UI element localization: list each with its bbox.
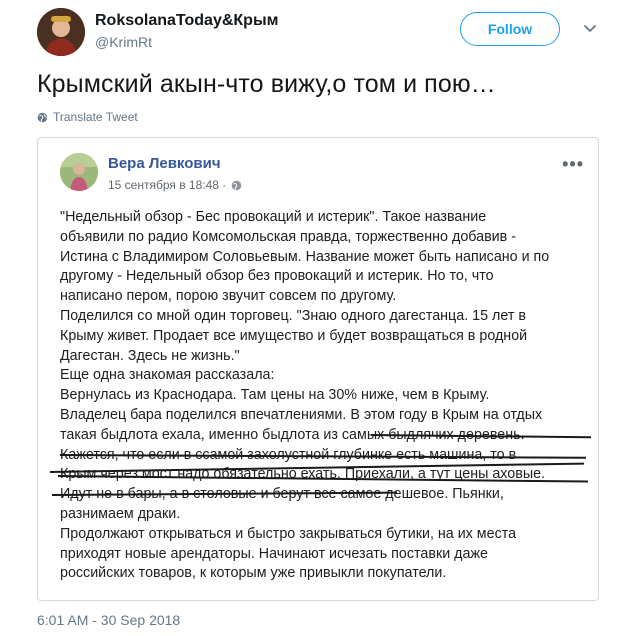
post-line: Поделился со мной один торговец. "Знаю о… — [60, 307, 526, 324]
tweet-text: Крымский акын-что вижу,о том и пою… — [37, 70, 496, 98]
translate-tweet-link[interactable]: Translate Tweet — [37, 110, 138, 124]
post-line: Вернулась из Краснодара. Там цены на 30%… — [60, 387, 490, 404]
post-line: другому - Недельный обзор без провокаций… — [60, 268, 494, 285]
embedded-post-image[interactable]: Вера Левкович 15 сентября в 18:48 · ••• … — [37, 137, 599, 601]
post-more-menu: ••• — [562, 154, 584, 174]
tweet-timestamp[interactable]: 6:01 AM - 30 Sep 2018 — [37, 612, 180, 628]
post-line: Дагестан. Здесь не жизнь." — [60, 347, 240, 364]
post-avatar-image — [60, 153, 98, 191]
post-line: российских товаров, к которым уже привык… — [60, 565, 447, 582]
post-line: Крыму живет. Продает все имущество и буд… — [60, 327, 528, 344]
post-line: приходят новые арендаторы. Начинают исче… — [60, 545, 488, 562]
post-line: объявили по радио Комсомольская правда, … — [60, 228, 516, 245]
translate-label: Translate Tweet — [53, 110, 138, 124]
post-date-text: 15 сентября в 18:48 · — [108, 178, 227, 192]
public-globe-icon — [232, 180, 242, 190]
post-author-name: Вера Левкович — [108, 155, 221, 172]
author-name[interactable]: RoksolanaToday&Крым — [95, 12, 278, 30]
post-author-avatar — [60, 153, 98, 191]
post-line: разнимаем драки. — [60, 505, 181, 522]
chevron-down-icon[interactable] — [580, 18, 600, 38]
avatar[interactable] — [37, 8, 85, 56]
post-body: "Недельный обзор - Бес провокаций и исте… — [60, 208, 598, 584]
avatar-image — [37, 8, 85, 56]
post-line: написано пером, порою звучит совсем по д… — [60, 288, 397, 305]
post-line: "Недельный обзор - Бес провокаций и исте… — [60, 209, 487, 225]
post-date: 15 сентября в 18:48 · — [108, 178, 242, 192]
author-handle[interactable]: @KrimRt — [95, 34, 152, 50]
post-line: Владелец бара поделился впечатлениями. В… — [60, 406, 543, 423]
post-line: Истина с Владимиром Соловьевым. Название… — [60, 248, 550, 265]
follow-button[interactable]: Follow — [460, 12, 560, 46]
globe-icon — [37, 112, 48, 122]
post-line: Продолжают открываться и быстро закрыват… — [60, 525, 517, 542]
post-line: Еще одна знакомая рассказала: — [60, 367, 275, 384]
